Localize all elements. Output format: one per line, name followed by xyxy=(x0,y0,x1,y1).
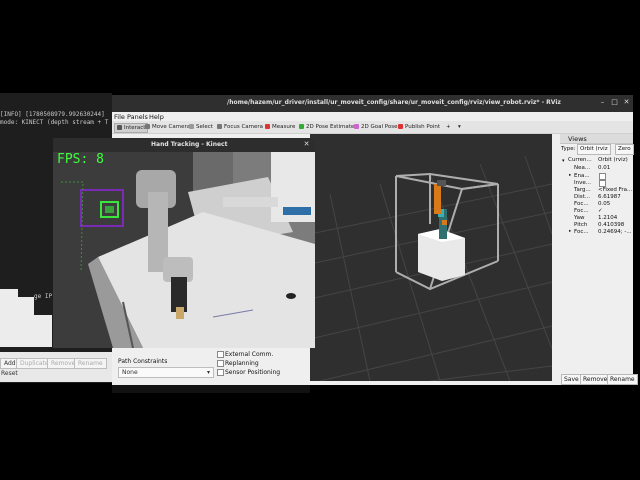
sensor-positioning-checkbox[interactable] xyxy=(217,369,224,376)
dropdown-chevron-icon: ▾ xyxy=(206,369,210,376)
menu-file[interactable]: File xyxy=(114,113,125,121)
hand-tracking-title-bar: Hand Tracking - Kinect ✕ xyxy=(53,138,315,152)
rviz-3d-view[interactable] xyxy=(310,134,552,381)
menu-panels[interactable]: Panels xyxy=(127,113,148,121)
views-row-value[interactable]: <Fixed Fra... xyxy=(598,187,632,193)
tool-move-camera[interactable]: Move Camera xyxy=(145,123,190,131)
invert-checkbox[interactable] xyxy=(599,180,606,187)
rename-button[interactable]: Rename xyxy=(74,358,107,369)
expand-arrow-icon[interactable]: ▸ xyxy=(569,229,571,234)
views-row-name: Foc... xyxy=(574,229,589,235)
path-constraints-select[interactable]: None ▾ xyxy=(118,367,214,378)
motion-planning-strip: Add Duplicate Remove Rename Reset xyxy=(0,352,112,382)
path-constraints-label: Path Constraints xyxy=(118,358,168,365)
tool-2d-pose-estimate[interactable]: 2D Pose Estimate xyxy=(299,123,354,131)
tool-2d-goal-pose[interactable]: 2D Goal Pose xyxy=(354,123,398,131)
views-row-value[interactable]: ✓ xyxy=(598,208,603,214)
views-remove-button[interactable]: Remove xyxy=(580,374,611,385)
robot-gripper xyxy=(176,307,184,319)
views-header-title: Views xyxy=(568,135,587,143)
tool-focus-camera[interactable]: Focus Camera xyxy=(217,123,263,131)
close-icon[interactable]: ✕ xyxy=(302,140,311,149)
terminal-line: mode: KINECT (depth stream + T xyxy=(0,119,109,126)
views-row-name: Yaw xyxy=(574,215,585,221)
camera-feed: FPS: 8 xyxy=(53,152,315,348)
measure-icon xyxy=(265,124,270,129)
move-camera-icon xyxy=(145,124,150,129)
minimize-icon[interactable]: – xyxy=(598,98,607,107)
views-row-name: Nea... xyxy=(574,165,591,171)
views-panel: Views Type: Orbit (rviz Zero ▾ Curren...… xyxy=(560,134,638,385)
terminal-line: ge IP xyxy=(34,293,53,300)
views-row-name: Dist... xyxy=(574,194,591,200)
terminal-block xyxy=(0,315,52,347)
expand-chevron-icon[interactable]: ▾ xyxy=(562,158,565,164)
focus-camera-icon xyxy=(217,124,222,129)
views-row-name: Foc... xyxy=(574,201,589,207)
views-row-name: Pitch xyxy=(574,222,588,228)
close-icon[interactable]: ✕ xyxy=(622,98,631,107)
replanning-checkbox[interactable] xyxy=(217,360,224,367)
views-row-value[interactable]: Orbit (rviz) xyxy=(598,157,628,163)
views-row-value[interactable]: 0.01 xyxy=(598,165,610,171)
scene-svg xyxy=(310,155,552,381)
tool-interact[interactable]: Interact xyxy=(114,123,149,133)
rviz-toolbar: Interact Move Camera Select Focus Camera… xyxy=(112,121,633,134)
tool-measure[interactable]: Measure xyxy=(265,123,295,131)
external-comm-checkbox[interactable] xyxy=(217,351,224,358)
sensor-positioning-label: Sensor Positioning xyxy=(225,369,281,376)
menu-help[interactable]: Help xyxy=(149,113,164,121)
tool-select[interactable]: Select xyxy=(189,123,213,131)
views-row-value[interactable]: 6.61987 xyxy=(598,194,621,200)
tablet xyxy=(283,207,311,215)
replanning-label: Replanning xyxy=(225,360,259,367)
reset-button[interactable]: Reset xyxy=(1,370,18,377)
views-row-name: Ena... xyxy=(574,173,590,179)
fps-counter: FPS: 8 xyxy=(57,152,104,167)
views-save-button[interactable]: Save xyxy=(561,374,582,385)
expand-arrow-icon[interactable]: ▸ xyxy=(569,173,571,178)
interact-icon xyxy=(117,125,122,130)
type-label: Type: xyxy=(561,146,576,152)
robot-wrist xyxy=(171,277,187,312)
views-row-value[interactable]: 0.410398 xyxy=(598,222,624,228)
rviz-title-bar: /home/hazem/ur_driver/install/ur_moveit_… xyxy=(112,95,633,112)
planning-options-panel: Path Constraints None ▾ External Comm. Re… xyxy=(112,346,310,385)
views-row-name: Inve... xyxy=(574,180,591,186)
views-row-name: Foc... xyxy=(574,208,589,214)
rviz-title: /home/hazem/ur_driver/install/ur_moveit_… xyxy=(227,99,561,106)
external-comm-label: External Comm. xyxy=(225,351,274,358)
goal-pose-icon xyxy=(354,124,359,129)
views-panel-header: Views xyxy=(560,134,633,144)
zero-button[interactable]: Zero xyxy=(615,144,634,155)
views-row-name: Curren... xyxy=(568,157,592,163)
views-rename-button[interactable]: Rename xyxy=(607,374,638,385)
tool-menu-chevron-icon[interactable]: ▾ xyxy=(458,123,461,131)
type-select[interactable]: Orbit (rviz xyxy=(577,144,611,155)
views-row-value[interactable]: 0.24694; -... xyxy=(598,229,632,235)
enable-checkbox[interactable] xyxy=(599,173,606,180)
views-row-name: Targ... xyxy=(574,187,591,193)
publish-point-icon xyxy=(398,124,403,129)
hand-tracking-title: Hand Tracking - Kinect xyxy=(151,141,228,148)
camera-scene xyxy=(53,152,315,348)
status-strip xyxy=(112,385,310,393)
views-row-value[interactable]: 0.05 xyxy=(598,201,610,207)
maximize-icon[interactable]: □ xyxy=(610,98,619,107)
select-icon xyxy=(189,124,194,129)
views-row-value[interactable]: 1.2104 xyxy=(598,215,617,221)
rviz-menubar: File Panels Help xyxy=(112,112,633,121)
terminal-line: [INFO] [1780508979.992630244] xyxy=(0,111,105,118)
pose-estimate-icon xyxy=(299,124,304,129)
tool-publish-point[interactable]: Publish Point xyxy=(398,123,440,131)
add-tool-icon[interactable]: + xyxy=(446,123,451,131)
